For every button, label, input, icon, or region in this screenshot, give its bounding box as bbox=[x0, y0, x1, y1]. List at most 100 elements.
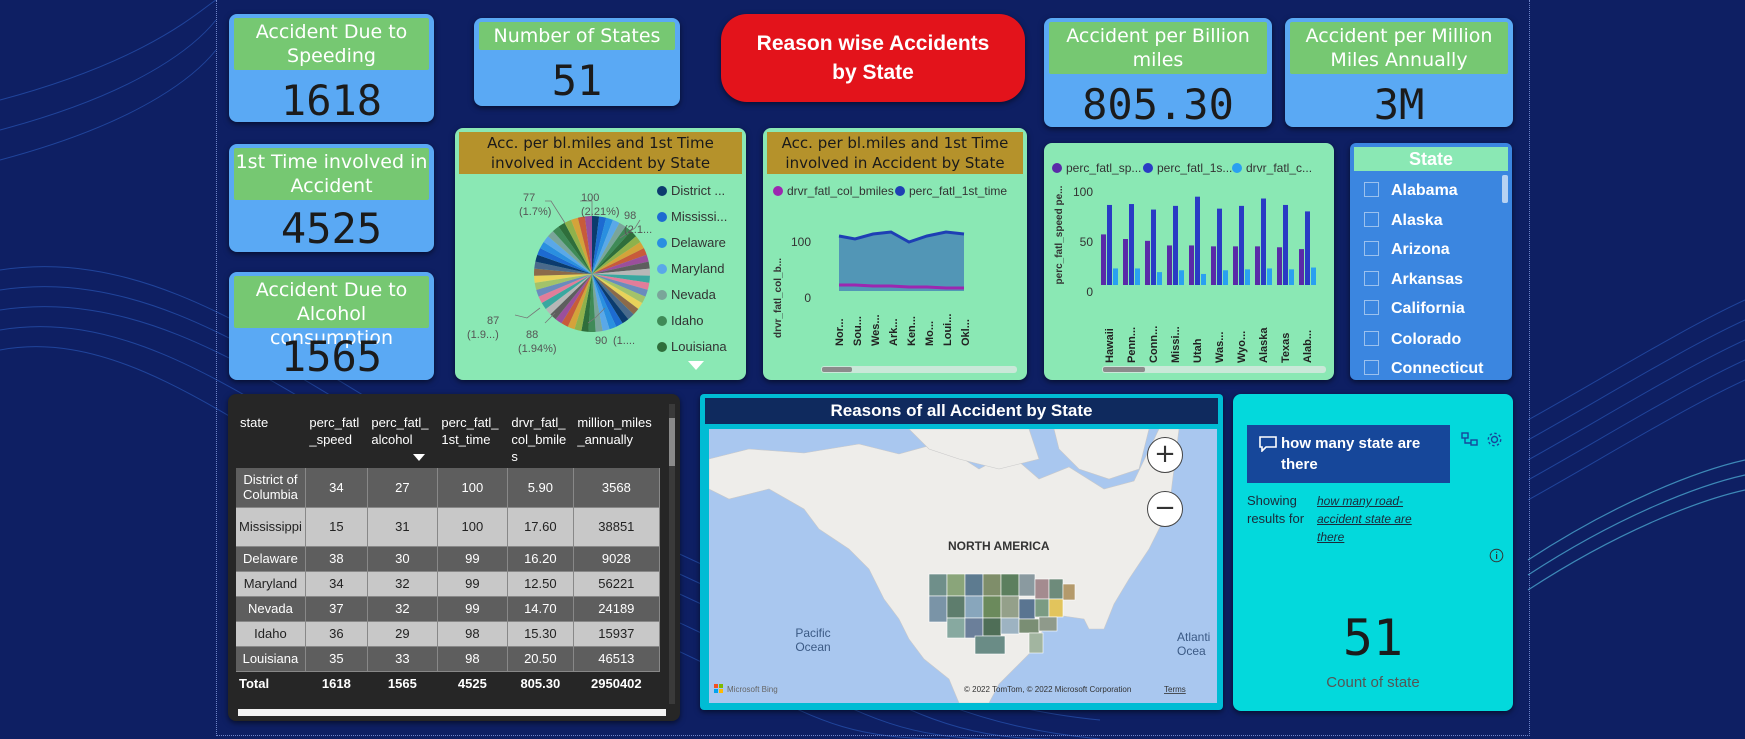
kpi-card-per-million[interactable]: Accident per Million Miles Annually 3M bbox=[1285, 18, 1513, 127]
svg-text:Okl...: Okl... bbox=[960, 319, 972, 346]
checkbox-icon[interactable] bbox=[1364, 331, 1379, 346]
checkbox-icon[interactable] bbox=[1364, 241, 1379, 256]
checkbox-icon[interactable] bbox=[1364, 212, 1379, 227]
svg-text:Loui...: Loui... bbox=[942, 314, 954, 346]
table-row[interactable]: Maryland 34 32 99 12.50 56221 bbox=[236, 571, 660, 597]
pie-legend-item[interactable]: Delaware bbox=[657, 235, 726, 250]
pie-label-pct: (1.7%) bbox=[519, 206, 551, 218]
legend-dot-icon bbox=[657, 290, 667, 300]
info-icon[interactable] bbox=[1489, 548, 1504, 563]
bar bbox=[1129, 204, 1134, 285]
map-provider: Microsoft Bing bbox=[727, 685, 778, 694]
kpi-title: Accident Due to Alcohol consumption bbox=[234, 276, 429, 349]
pie-chart-visual[interactable]: Acc. per bl.miles and 1st Time involved … bbox=[455, 128, 746, 380]
kpi-card-alcohol[interactable]: Accident Due to Alcohol consumption 1565 bbox=[229, 272, 434, 380]
report-title: Reason wise Accidents by State bbox=[721, 14, 1025, 102]
kpi-title: Number of States bbox=[479, 22, 675, 50]
h-scrollbar[interactable] bbox=[238, 709, 666, 716]
bar bbox=[1145, 240, 1150, 285]
state-slicer[interactable]: State Alabama Alaska Arizona Arkansas Ca… bbox=[1350, 143, 1512, 380]
pie-legend-item[interactable]: Maryland bbox=[657, 261, 724, 276]
pie-legend-item[interactable]: Louisiana bbox=[657, 339, 727, 354]
bar bbox=[1255, 246, 1260, 285]
zoom-out-button[interactable]: − bbox=[1147, 491, 1183, 527]
kpi-card-states[interactable]: Number of States 51 bbox=[474, 18, 680, 106]
slicer-item[interactable]: Colorado bbox=[1364, 331, 1461, 349]
pie-legend-item[interactable]: Idaho bbox=[657, 313, 704, 328]
chat-icon bbox=[1259, 436, 1277, 452]
bar bbox=[1277, 247, 1282, 285]
qa-interpreted-link[interactable]: how many road-accident state are there bbox=[1317, 492, 1437, 546]
slicer-item[interactable]: Arkansas bbox=[1364, 271, 1463, 289]
pie-legend-item[interactable]: District ... bbox=[657, 183, 725, 198]
table-row[interactable]: District of Columbia 34 27 100 5.90 3568 bbox=[236, 468, 660, 508]
gear-icon[interactable] bbox=[1486, 431, 1503, 448]
qa-question-box[interactable]: how many state are there bbox=[1247, 425, 1450, 483]
kpi-value: 3M bbox=[1373, 80, 1425, 127]
bar bbox=[1217, 208, 1222, 285]
kpi-value: 51 bbox=[551, 56, 603, 105]
table-row[interactable]: Idaho 36 29 98 15.30 15937 bbox=[236, 621, 660, 647]
slicer-item[interactable]: California bbox=[1364, 300, 1465, 318]
kpi-value: 4525 bbox=[280, 204, 383, 252]
table-row[interactable]: Louisiana 35 33 98 20.50 46513 bbox=[236, 646, 660, 672]
legend-scroll-down-icon[interactable] bbox=[688, 361, 704, 371]
svg-text:Ark...: Ark... bbox=[888, 318, 900, 346]
area-chart-visual[interactable]: Acc. per bl.miles and 1st Time involved … bbox=[763, 128, 1027, 380]
column-header[interactable]: million_miles_annually bbox=[573, 402, 659, 468]
pie-legend-item[interactable]: Mississi... bbox=[657, 209, 727, 224]
qa-showing-label: Showing results for bbox=[1247, 493, 1305, 526]
slicer-scrollbar[interactable] bbox=[1502, 175, 1508, 203]
hierarchy-icon[interactable] bbox=[1461, 432, 1479, 448]
legend-dot-icon bbox=[657, 264, 667, 274]
bar-chart-visual[interactable]: perc_fatl_sp... perc_fatl_1s... drvr_fat… bbox=[1044, 143, 1334, 380]
column-header[interactable]: drvr_fatl_col_bmiles bbox=[507, 402, 573, 468]
checkbox-icon[interactable] bbox=[1364, 182, 1379, 197]
area-chart-ytick: 100 bbox=[791, 235, 811, 249]
slicer-item[interactable]: Arizona bbox=[1364, 241, 1450, 259]
qa-question-text[interactable]: how many state are there bbox=[1281, 433, 1441, 475]
bar bbox=[1267, 268, 1272, 285]
svg-text:Wyo...: Wyo... bbox=[1236, 331, 1248, 363]
kpi-title: 1st Time involved in Accident bbox=[234, 148, 429, 200]
qa-result-label: Count of state bbox=[1326, 674, 1420, 691]
v-scrollbar-thumb[interactable] bbox=[669, 418, 675, 466]
column-header[interactable]: perc_fatl_1st_time bbox=[437, 402, 507, 468]
bar bbox=[1135, 268, 1140, 285]
column-header[interactable]: state bbox=[236, 402, 305, 468]
bar-chart-ytick: 50 bbox=[1080, 235, 1094, 249]
map-visual[interactable]: Reasons of all Accident by State NORTH A… bbox=[700, 394, 1223, 710]
checkbox-icon[interactable] bbox=[1364, 360, 1379, 375]
bar-chart-ylabel: perc_fatl_speed pe... bbox=[1054, 185, 1065, 284]
slicer-item[interactable]: Alaska bbox=[1364, 212, 1443, 230]
kpi-title: Accident per Billion miles bbox=[1049, 22, 1267, 74]
kpi-card-per-billion[interactable]: Accident per Billion miles 805.30 bbox=[1044, 18, 1272, 127]
table-row[interactable]: Nevada 37 32 99 14.70 24189 bbox=[236, 596, 660, 622]
table-row[interactable]: Delaware 38 30 99 16.20 9028 bbox=[236, 546, 660, 572]
pie-legend-item[interactable]: Nevada bbox=[657, 287, 716, 302]
checkbox-icon[interactable] bbox=[1364, 300, 1379, 315]
slicer-item[interactable]: Alabama bbox=[1364, 182, 1458, 200]
column-header[interactable]: perc_fatl_speed bbox=[305, 402, 367, 468]
bar bbox=[1189, 245, 1194, 285]
v-scrollbar[interactable] bbox=[669, 404, 675, 704]
pie-label-pct: (2.1... bbox=[624, 224, 652, 236]
slicer-item[interactable]: Connecticut bbox=[1364, 360, 1483, 378]
bar bbox=[1223, 270, 1228, 285]
table-row[interactable]: Mississippi 15 31 100 17.60 38851 bbox=[236, 507, 660, 547]
checkbox-icon[interactable] bbox=[1364, 271, 1379, 286]
qa-result-value: 51 bbox=[1342, 609, 1404, 667]
qa-visual[interactable]: how many state are there Showing results… bbox=[1233, 394, 1513, 711]
data-table[interactable]: state perc_fatl_speed perc_fatl_alcohol … bbox=[228, 394, 680, 721]
bar bbox=[1113, 268, 1118, 285]
sort-desc-icon[interactable] bbox=[413, 454, 425, 462]
kpi-card-speeding[interactable]: Accident Due to Speeding 1618 bbox=[229, 14, 434, 122]
column-header[interactable]: perc_fatl_alcohol bbox=[367, 402, 437, 468]
svg-text:Sou...: Sou... bbox=[852, 316, 864, 346]
kpi-card-first-time[interactable]: 1st Time involved in Accident 4525 bbox=[229, 144, 434, 252]
map-ocean-label: Ocea bbox=[1177, 644, 1206, 658]
zoom-in-button[interactable]: + bbox=[1147, 437, 1183, 473]
bar bbox=[1195, 196, 1200, 285]
svg-text:Penn...: Penn... bbox=[1126, 327, 1138, 363]
map-canvas[interactable]: NORTH AMERICA Pacific Ocean Atlanti Ocea… bbox=[709, 429, 1217, 703]
